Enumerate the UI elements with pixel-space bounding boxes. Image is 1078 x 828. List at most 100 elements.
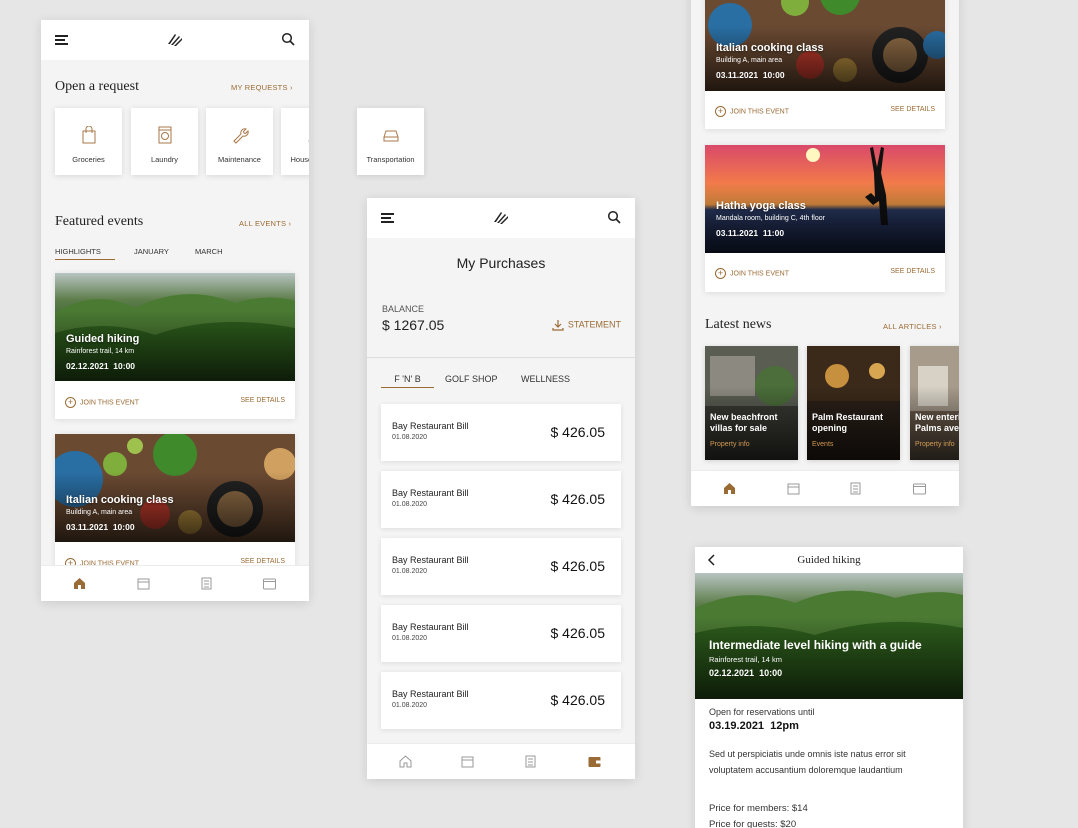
- purchase-item[interactable]: Bay Restaurant Bill 01.08.2020 $ 426.05: [381, 471, 621, 528]
- tab-golf-shop[interactable]: GOLF SHOP: [445, 374, 498, 384]
- wrench-icon: [232, 128, 249, 144]
- event-card-yoga[interactable]: Hatha yoga class Mandala room, building …: [705, 145, 945, 292]
- join-event-button[interactable]: + JOIN THIS EVENT: [65, 397, 139, 408]
- menu-icon[interactable]: [381, 213, 394, 223]
- calendar-icon[interactable]: [460, 754, 475, 769]
- statement-label: STATEMENT: [567, 319, 621, 330]
- purchase-item[interactable]: Bay Restaurant Bill 01.08.2020 $ 426.05: [381, 672, 621, 729]
- event-card-cooking[interactable]: Italian cooking class Building A, main a…: [55, 434, 295, 580]
- groceries-label: Groceries: [72, 155, 105, 164]
- price-guests: Price for guests: $20: [709, 819, 797, 828]
- search-icon[interactable]: [607, 210, 621, 224]
- tab-january[interactable]: JANUARY: [134, 247, 169, 256]
- all-articles-link[interactable]: ALL ARTICLES ›: [883, 322, 942, 331]
- statement-button[interactable]: STATEMENT: [552, 319, 621, 331]
- transportation-tile[interactable]: Transportation: [357, 108, 424, 175]
- hero-place: Rainforest trail, 14 km: [709, 655, 782, 664]
- see-details-link[interactable]: SEE DETAILS: [890, 106, 935, 113]
- purchase-amount: $ 426.05: [550, 558, 606, 574]
- home-icon[interactable]: [398, 754, 413, 769]
- groceries-tile[interactable]: Groceries: [55, 108, 122, 175]
- purchase-amount: $ 426.05: [550, 491, 606, 507]
- event-time: 10:00: [762, 70, 785, 80]
- purchase-item[interactable]: Bay Restaurant Bill 01.08.2020 $ 426.05: [381, 404, 621, 461]
- event-time: 11:00: [762, 228, 785, 238]
- housekeeping-tile[interactable]: Housekeeping: [281, 108, 309, 175]
- palm-logo-icon: [168, 34, 182, 46]
- news-category: Property info: [710, 441, 750, 448]
- purchase-date: 01.08.2020: [392, 635, 428, 642]
- bottom-nav: [691, 470, 959, 506]
- bottom-nav: [367, 743, 635, 779]
- document-icon[interactable]: [199, 576, 214, 591]
- my-requests-link[interactable]: MY REQUESTS ›: [231, 83, 293, 92]
- event-time: 10:00: [113, 361, 136, 371]
- join-event-label: JOIN THIS EVENT: [730, 108, 789, 116]
- download-icon: [552, 320, 564, 331]
- tab-fnb[interactable]: F 'N' B: [381, 374, 434, 388]
- purchase-item[interactable]: Bay Restaurant Bill 01.08.2020 $ 426.05: [381, 605, 621, 662]
- news-card[interactable]: New enterior for Palms ave. villas Prope…: [910, 346, 959, 460]
- calendar-icon[interactable]: [136, 576, 151, 591]
- wallet-icon[interactable]: [912, 481, 927, 496]
- see-details-link[interactable]: SEE DETAILS: [890, 268, 935, 275]
- menu-icon[interactable]: [55, 35, 68, 45]
- balance-label: BALANCE: [382, 304, 425, 314]
- news-card[interactable]: Palm Restaurant opening Events: [807, 346, 900, 460]
- event-place: Mandala room, building C, 4th floor: [716, 215, 825, 222]
- bottom-nav: [41, 565, 309, 601]
- all-events-label: ALL EVENTS: [239, 219, 287, 228]
- join-event-label: JOIN THIS EVENT: [80, 399, 139, 407]
- purchase-name: Bay Restaurant Bill: [392, 622, 469, 632]
- see-details-link[interactable]: SEE DETAILS: [240, 397, 285, 404]
- search-icon[interactable]: [281, 32, 295, 46]
- document-icon[interactable]: [523, 754, 538, 769]
- event-title: Italian cooking class: [716, 42, 824, 54]
- hero-title: Intermediate level hiking with a guide: [709, 638, 922, 652]
- all-articles-label: ALL ARTICLES: [883, 322, 937, 331]
- divider: [367, 357, 635, 358]
- purchase-date: 01.08.2020: [392, 434, 428, 441]
- event-card-cooking[interactable]: Italian cooking class Building A, main a…: [705, 0, 945, 129]
- hero-datetime: 02.12.2021 10:00: [709, 668, 782, 678]
- hero-time: 10:00: [759, 668, 783, 678]
- purchase-date: 01.08.2020: [392, 501, 428, 508]
- event-title: Hatha yoga class: [716, 200, 806, 212]
- palm-logo-icon: [494, 212, 508, 224]
- hero-image: [695, 573, 963, 699]
- tab-highlights[interactable]: HIGHLIGHTS: [55, 247, 115, 260]
- my-requests-label: MY REQUESTS: [231, 83, 288, 92]
- join-event-button[interactable]: + JOIN THIS EVENT: [715, 268, 789, 279]
- maintenance-tile[interactable]: Maintenance: [206, 108, 273, 175]
- all-events-link[interactable]: ALL EVENTS ›: [239, 219, 291, 228]
- home-icon[interactable]: [722, 481, 737, 496]
- washing-machine-icon: [158, 126, 171, 144]
- home-screen: Open a request MY REQUESTS › Groceries L…: [41, 20, 309, 601]
- calendar-icon[interactable]: [786, 481, 801, 496]
- maintenance-label: Maintenance: [218, 155, 261, 164]
- shopping-bag-icon: [82, 125, 95, 144]
- wallet-icon[interactable]: [262, 576, 277, 591]
- purchase-date: 01.08.2020: [392, 702, 428, 709]
- event-detail-screen: Guided hiking Intermediate level hiking …: [695, 547, 963, 828]
- wallet-icon[interactable]: [587, 754, 602, 769]
- event-datetime: 03.11.2021 10:00: [66, 522, 135, 532]
- open-value: 03.19.2021 12pm: [709, 720, 799, 732]
- event-date: 03.11.2021: [716, 228, 759, 238]
- tab-march[interactable]: MARCH: [195, 247, 223, 256]
- event-title: Italian cooking class: [66, 494, 174, 506]
- news-section-title: Latest news: [705, 317, 772, 332]
- home-icon[interactable]: [72, 576, 87, 591]
- tab-wellness[interactable]: WELLNESS: [521, 374, 570, 384]
- join-event-button[interactable]: + JOIN THIS EVENT: [715, 106, 789, 117]
- see-details-link[interactable]: SEE DETAILS: [240, 558, 285, 565]
- news-card[interactable]: New beachfront villas for sale Property …: [705, 346, 798, 460]
- news-title: New enterior for Palms ave. villas: [915, 412, 959, 433]
- event-card-hiking[interactable]: Guided hiking Rainforest trail, 14 km 02…: [55, 273, 295, 419]
- join-event-label: JOIN THIS EVENT: [730, 270, 789, 278]
- purchase-item[interactable]: Bay Restaurant Bill 01.08.2020 $ 426.05: [381, 538, 621, 595]
- purchase-amount: $ 426.05: [550, 625, 606, 641]
- laundry-tile[interactable]: Laundry: [131, 108, 198, 175]
- document-icon[interactable]: [848, 481, 863, 496]
- purchase-name: Bay Restaurant Bill: [392, 488, 469, 498]
